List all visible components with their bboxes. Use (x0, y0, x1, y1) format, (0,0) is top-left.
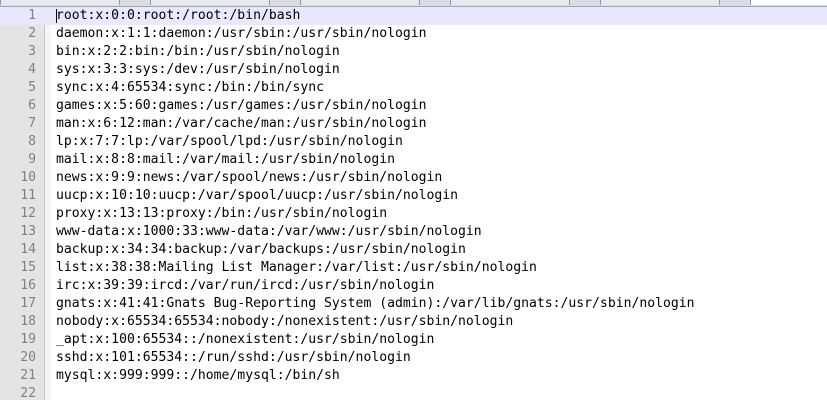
tab[interactable] (300, 0, 420, 5)
editor-line[interactable]: 2 daemon:x:1:1:daemon:/usr/sbin:/usr/sbin… (0, 25, 827, 43)
editor-line[interactable]: 6 games:x:5:60:games:/usr/games:/usr/sbin… (0, 97, 827, 115)
line-text[interactable]: mysql:x:999:999::/home/mysql:/bin/sh (56, 367, 340, 385)
line-number: 1 (28, 8, 36, 23)
line-text[interactable]: _apt:x:100:65534::/nonexistent:/usr/sbin… (56, 331, 434, 349)
editor-line[interactable]: 22 (0, 385, 827, 400)
editor-line[interactable]: 3 bin:x:2:2:bin:/bin:/usr/sbin/nologin (0, 43, 827, 61)
editor-line[interactable]: 16 irc:x:39:39:ircd:/var/run/ircd:/usr/sb… (0, 277, 827, 295)
line-number: 7 (28, 116, 36, 131)
text-caret (56, 9, 57, 23)
tab[interactable] (150, 0, 270, 5)
line-number: 19 (20, 332, 36, 347)
line-number: 4 (28, 62, 36, 77)
line-text[interactable]: proxy:x:13:13:proxy:/bin:/usr/sbin/nolog… (56, 205, 387, 223)
line-text[interactable]: daemon:x:1:1:daemon:/usr/sbin:/usr/sbin/… (56, 25, 427, 43)
editor-line[interactable]: 9 mail:x:8:8:mail:/var/mail:/usr/sbin/nol… (0, 151, 827, 169)
line-number: 5 (28, 80, 36, 95)
line-text[interactable]: man:x:6:12:man:/var/cache/man:/usr/sbin/… (56, 115, 427, 133)
editor-line[interactable]: 7 man:x:6:12:man:/var/cache/man:/usr/sbin… (0, 115, 827, 133)
editor-line[interactable]: 8 lp:x:7:7:lp:/var/spool/lpd:/usr/sbin/no… (0, 133, 827, 151)
line-text[interactable]: backup:x:34:34:backup:/var/backups:/usr/… (56, 241, 466, 259)
line-number: 13 (20, 224, 36, 239)
line-text[interactable]: irc:x:39:39:ircd:/var/run/ircd:/usr/sbin… (56, 277, 434, 295)
tab[interactable] (0, 0, 120, 5)
line-number: 11 (20, 188, 36, 203)
line-text[interactable]: lp:x:7:7:lp:/var/spool/lpd:/usr/sbin/nol… (56, 133, 403, 151)
editor-line[interactable]: 4 sys:x:3:3:sys:/dev:/usr/sbin/nologin (0, 61, 827, 79)
line-number: 22 (20, 386, 36, 400)
line-number: 10 (20, 170, 36, 185)
line-number: 12 (20, 206, 36, 221)
editor-line[interactable]: 11 uucp:x:10:10:uucp:/var/spool/uucp:/usr… (0, 187, 827, 205)
line-text[interactable]: nobody:x:65534:65534:nobody:/nonexistent… (56, 313, 513, 331)
text-editor[interactable]: 1 root:x:0:0:root:/root:/bin/bash 2 daemon:… (0, 0, 827, 400)
line-text[interactable]: sync:x:4:65534:sync:/bin:/bin/sync (56, 79, 324, 97)
line-number: 6 (28, 98, 36, 113)
editor-text-area[interactable]: 1 root:x:0:0:root:/root:/bin/bash 2 daemon:… (0, 7, 827, 400)
line-number: 14 (20, 242, 36, 257)
line-text[interactable]: news:x:9:9:news:/var/spool/news:/usr/sbi… (56, 169, 442, 187)
tab-bar[interactable] (0, 0, 827, 7)
line-text[interactable]: bin:x:2:2:bin:/bin:/usr/sbin/nologin (56, 43, 340, 61)
editor-line[interactable]: 15 list:x:38:38:Mailing List Manager:/var… (0, 259, 827, 277)
editor-line[interactable]: 21 mysql:x:999:999::/home/mysql:/bin/sh (0, 367, 827, 385)
line-number: 17 (20, 296, 36, 311)
line-number: 9 (28, 152, 36, 167)
line-number: 21 (20, 368, 36, 383)
line-number: 3 (28, 44, 36, 59)
line-text[interactable]: www-data:x:1000:33:www-data:/var/www:/us… (56, 223, 482, 241)
editor-line[interactable]: 12 proxy:x:13:13:proxy:/bin:/usr/sbin/nol… (0, 205, 827, 223)
line-text[interactable]: root:x:0:0:root:/root:/bin/bash (56, 7, 300, 25)
editor-line[interactable]: 19 _apt:x:100:65534::/nonexistent:/usr/sb… (0, 331, 827, 349)
line-number: 8 (28, 134, 36, 149)
tab-active[interactable] (750, 0, 827, 5)
line-text[interactable]: sys:x:3:3:sys:/dev:/usr/sbin/nologin (56, 61, 340, 79)
line-text[interactable]: gnats:x:41:41:Gnats Bug-Reporting System… (56, 295, 695, 313)
editor-line[interactable]: 1 root:x:0:0:root:/root:/bin/bash (0, 7, 827, 25)
line-number: 2 (28, 26, 36, 41)
tab[interactable] (600, 0, 720, 5)
editor-line[interactable]: 20 sshd:x:101:65534::/run/sshd:/usr/sbin/… (0, 349, 827, 367)
line-text[interactable]: uucp:x:10:10:uucp:/var/spool/uucp:/usr/s… (56, 187, 458, 205)
editor-line[interactable]: 18 nobody:x:65534:65534:nobody:/nonexiste… (0, 313, 827, 331)
editor-line[interactable]: 13 www-data:x:1000:33:www-data:/var/www:/… (0, 223, 827, 241)
line-text[interactable]: list:x:38:38:Mailing List Manager:/var/l… (56, 259, 537, 277)
tab[interactable] (450, 0, 570, 5)
line-number: 16 (20, 278, 36, 293)
editor-line[interactable]: 5 sync:x:4:65534:sync:/bin:/bin/sync (0, 79, 827, 97)
line-text[interactable]: games:x:5:60:games:/usr/games:/usr/sbin/… (56, 97, 427, 115)
editor-line[interactable]: 10 news:x:9:9:news:/var/spool/news:/usr/s… (0, 169, 827, 187)
line-number: 20 (20, 350, 36, 365)
line-number: 15 (20, 260, 36, 275)
editor-line[interactable]: 17 gnats:x:41:41:Gnats Bug-Reporting Syst… (0, 295, 827, 313)
line-text[interactable]: sshd:x:101:65534::/run/sshd:/usr/sbin/no… (56, 349, 411, 367)
line-number: 18 (20, 314, 36, 329)
editor-line[interactable]: 14 backup:x:34:34:backup:/var/backups:/us… (0, 241, 827, 259)
line-text[interactable]: mail:x:8:8:mail:/var/mail:/usr/sbin/nolo… (56, 151, 395, 169)
